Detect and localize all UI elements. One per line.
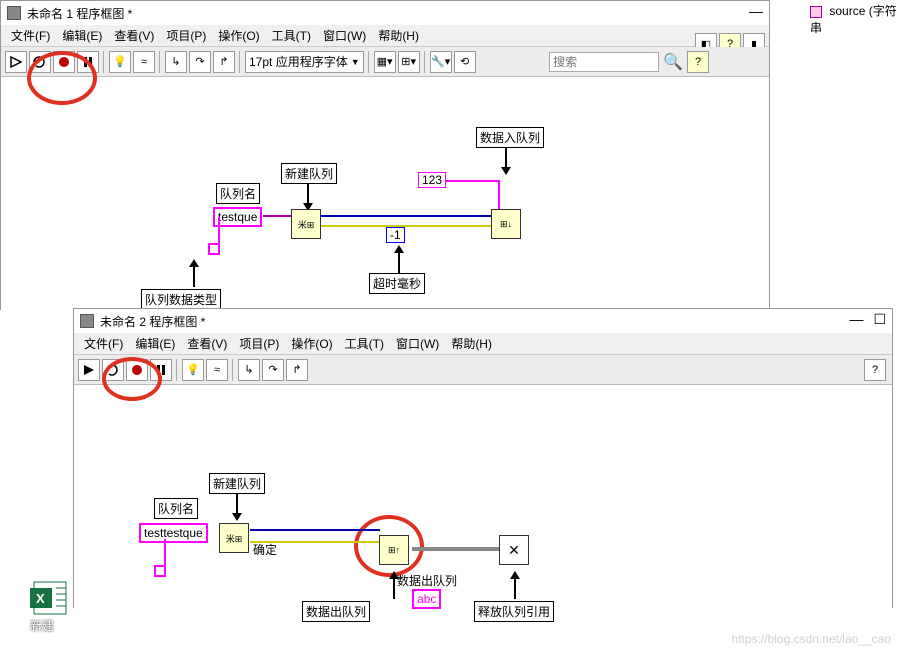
new-queue-label: 新建队列 <box>281 163 337 184</box>
new-queue-label: 新建队列 <box>209 473 265 494</box>
app-icon <box>80 314 94 328</box>
obtain-queue-node[interactable]: 米⊞ <box>291 209 321 239</box>
minimize-button[interactable]: — <box>849 311 863 328</box>
arrow-icon <box>303 183 313 211</box>
step-over-button[interactable]: ↷ <box>262 359 284 381</box>
abort-button[interactable] <box>126 359 148 381</box>
win2-title: 未命名 2 程序框图 * <box>100 313 205 330</box>
arrow-icon <box>394 245 404 273</box>
timeout-label: 超时毫秒 <box>369 273 425 294</box>
menu-tools[interactable]: 工具(T) <box>339 333 390 354</box>
help-button[interactable]: ? <box>687 51 709 73</box>
align-button[interactable]: ▦▾ <box>374 51 396 73</box>
help-button[interactable]: ? <box>864 359 886 381</box>
watermark: https://blog.csdn.net/lao__cao <box>732 632 891 646</box>
dequeue-label: 数据出队列 <box>302 601 370 622</box>
excel-label: 新建 <box>30 617 54 634</box>
win1-titlebar[interactable]: 未命名 1 程序框图 * — <box>1 1 769 25</box>
retain-wire-button[interactable]: ≈ <box>206 359 228 381</box>
win2-titlebar[interactable]: 未命名 2 程序框图 * — ☐ <box>74 309 892 333</box>
win1-menubar: 文件(F) 编辑(E) 查看(V) 项目(P) 操作(O) 工具(T) 窗口(W… <box>1 25 769 47</box>
arrow-icon <box>189 259 199 287</box>
step-into-button[interactable]: ↳ <box>238 359 260 381</box>
arrow-icon <box>232 493 242 521</box>
neg1-constant[interactable]: -1 <box>386 227 405 243</box>
abc-indicator[interactable]: abc <box>412 589 441 609</box>
queue-type-label: 队列数据类型 <box>141 289 221 310</box>
win1-title: 未命名 1 程序框图 * <box>27 5 132 22</box>
cleanup-button[interactable]: ⟲ <box>454 51 476 73</box>
window-1: 未命名 1 程序框图 * — 文件(F) 编辑(E) 查看(V) 项目(P) 操… <box>0 0 770 310</box>
minimize-button[interactable]: — <box>749 3 763 19</box>
testtestque-constant[interactable]: testtestque <box>139 523 208 543</box>
source-tab-label: source (字符串 <box>810 4 897 35</box>
run-button[interactable] <box>78 359 100 381</box>
menu-view[interactable]: 查看(V) <box>108 25 160 46</box>
menu-operate[interactable]: 操作(O) <box>285 333 338 354</box>
menu-view[interactable]: 查看(V) <box>181 333 233 354</box>
excel-desktop-icon[interactable]: X <box>30 578 70 618</box>
search-icon[interactable]: 🔍 <box>663 52 683 72</box>
svg-text:X: X <box>36 591 45 606</box>
run-continuous-button[interactable] <box>29 51 51 73</box>
dequeue-label-2: 数据出队列 <box>394 571 460 590</box>
menu-project[interactable]: 项目(P) <box>233 333 285 354</box>
menu-edit[interactable]: 编辑(E) <box>129 333 181 354</box>
pause-button[interactable] <box>150 359 172 381</box>
font-selector[interactable]: 17pt 应用程序字体▼ <box>245 51 364 73</box>
pause-button[interactable] <box>77 51 99 73</box>
enqueue-label: 数据入队列 <box>476 127 544 148</box>
reorder-button[interactable]: 🔧▾ <box>430 51 452 73</box>
arrow-icon <box>510 571 520 599</box>
menu-file[interactable]: 文件(F) <box>5 25 56 46</box>
abort-button[interactable] <box>53 51 75 73</box>
menu-edit[interactable]: 编辑(E) <box>56 25 108 46</box>
search-input[interactable] <box>549 52 659 72</box>
queue-name-label: 队列名 <box>154 498 198 519</box>
dequeue-node[interactable]: ⊞↑ <box>379 535 409 565</box>
distribute-button[interactable]: ⊞▾ <box>398 51 420 73</box>
step-out-button[interactable]: ↱ <box>213 51 235 73</box>
menu-project[interactable]: 项目(P) <box>160 25 212 46</box>
menu-window[interactable]: 窗口(W) <box>390 333 445 354</box>
release-queue-node[interactable]: ✕ <box>499 535 529 565</box>
menu-window[interactable]: 窗口(W) <box>317 25 372 46</box>
window-2: 未命名 2 程序框图 * — ☐ 文件(F) 编辑(E) 查看(V) 项目(P)… <box>73 308 893 608</box>
step-into-button[interactable]: ↳ <box>165 51 187 73</box>
app-icon <box>7 6 21 20</box>
win2-toolbar: 💡 ≈ ↳ ↷ ↱ ? <box>74 355 892 385</box>
step-over-button[interactable]: ↷ <box>189 51 211 73</box>
win1-toolbar: 💡 ≈ ↳ ↷ ↱ 17pt 应用程序字体▼ ▦▾ ⊞▾ 🔧▾ ⟲ 🔍 ? <box>1 47 769 77</box>
testque-constant[interactable]: testque <box>213 207 262 227</box>
enqueue-node[interactable]: ⊞↓ <box>491 209 521 239</box>
menu-operate[interactable]: 操作(O) <box>212 25 265 46</box>
win2-menubar: 文件(F) 编辑(E) 查看(V) 项目(P) 操作(O) 工具(T) 窗口(W… <box>74 333 892 355</box>
arrow-icon <box>501 147 511 175</box>
obtain-queue-node[interactable]: 米⊞ <box>219 523 249 553</box>
retain-wire-button[interactable]: ≈ <box>133 51 155 73</box>
run-button[interactable] <box>5 51 27 73</box>
step-out-button[interactable]: ↱ <box>286 359 308 381</box>
num-constant-123[interactable]: 123 <box>418 172 446 188</box>
release-label: 释放队列引用 <box>474 601 554 622</box>
highlight-button[interactable]: 💡 <box>182 359 204 381</box>
menu-tools[interactable]: 工具(T) <box>266 25 317 46</box>
maximize-button[interactable]: ☐ <box>873 311 886 328</box>
queue-name-label: 队列名 <box>216 183 260 204</box>
menu-help[interactable]: 帮助(H) <box>445 333 498 354</box>
highlight-button[interactable]: 💡 <box>109 51 131 73</box>
menu-file[interactable]: 文件(F) <box>78 333 129 354</box>
run-continuous-button[interactable] <box>102 359 124 381</box>
menu-help[interactable]: 帮助(H) <box>372 25 425 46</box>
